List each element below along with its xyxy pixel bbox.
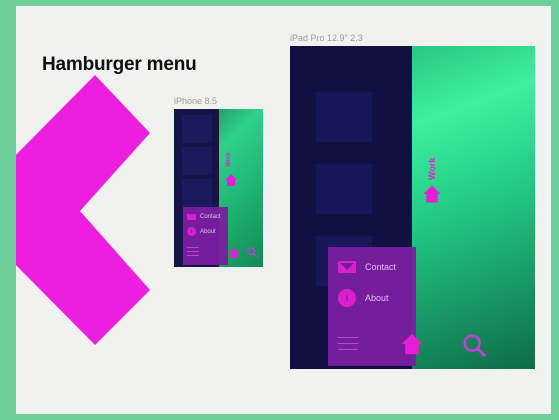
menu-item-about[interactable]: i About [187,227,216,236]
home-icon[interactable] [400,332,424,356]
menu-item-contact[interactable]: Contact [187,214,221,220]
mail-icon [338,261,356,273]
hamburger-menu-panel: Contact i About [183,207,228,265]
hamburger-icon[interactable] [338,337,358,350]
ipad-frame[interactable]: Work Contact i About [290,46,535,369]
placeholder-block [316,92,372,142]
mail-icon [187,214,196,220]
page-title: Hamburger menu [42,54,197,75]
home-icon[interactable] [228,247,240,259]
iphone-frame-label: iPhone 8.5 [174,96,218,106]
menu-item-about[interactable]: i About [338,289,389,307]
info-icon: i [338,289,356,307]
work-label: Work [427,157,437,180]
menu-item-label: Contact [200,214,221,220]
menu-item-contact[interactable]: Contact [338,261,396,273]
chevron-left-decoration [16,75,150,345]
placeholder-block [182,147,212,175]
work-label: Work [226,152,232,167]
search-icon[interactable] [461,332,487,358]
menu-item-label: About [200,228,216,235]
home-icon[interactable] [224,173,238,187]
placeholder-block [182,115,212,143]
search-icon[interactable] [246,246,258,258]
info-icon: i [187,227,196,236]
hamburger-icon[interactable] [187,247,199,256]
ipad-frame-label: iPad Pro 12.9" 2.3 [290,33,363,43]
menu-item-label: About [365,293,389,303]
menu-item-label: Contact [365,262,397,272]
placeholder-block [316,164,372,214]
placeholder-block [182,179,212,207]
home-icon[interactable] [422,184,442,204]
design-canvas: Hamburger menu iPhone 8.5 Work Contact i… [16,6,551,414]
iphone-frame[interactable]: Work Contact i About [174,109,263,267]
